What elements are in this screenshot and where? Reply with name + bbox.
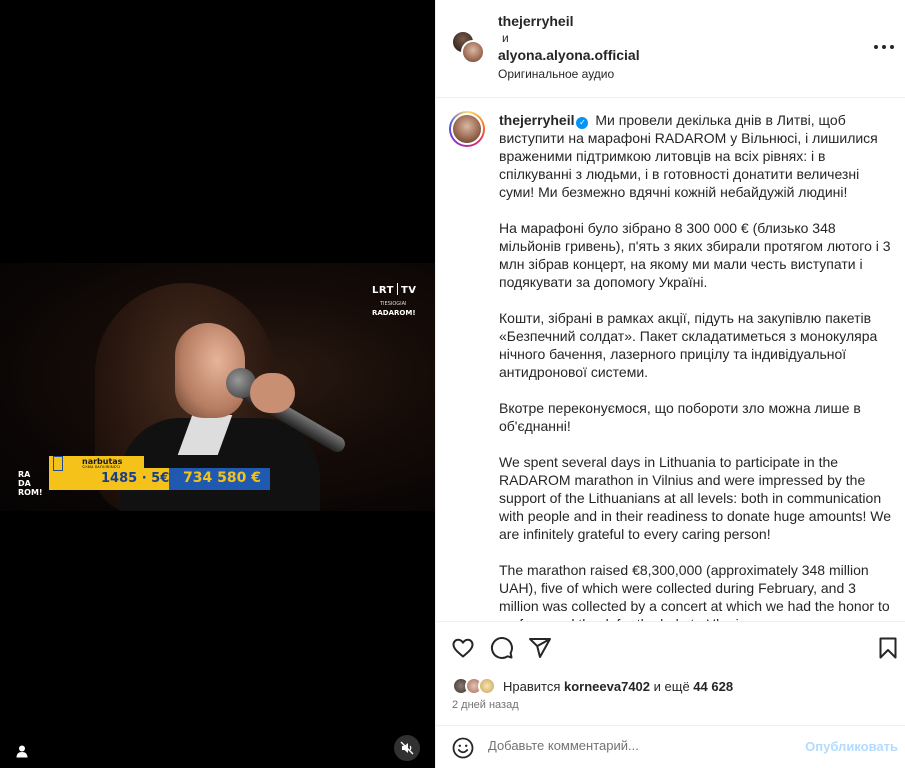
likes-count[interactable]: 44 628 [693, 679, 733, 694]
comment-input[interactable] [488, 738, 788, 753]
share-icon [529, 638, 551, 658]
heart-icon [452, 638, 474, 658]
caption-avatar[interactable] [449, 111, 485, 147]
video-frame[interactable]: LRT TV TIESIOGIAI RADAROM! RA DA ROM! nar… [0, 263, 435, 511]
verified-badge-icon: ✓ [576, 117, 589, 129]
header-conjunction: и [502, 31, 509, 45]
caption-username[interactable]: thejerryheil [499, 112, 574, 128]
ticker-amount-right: 734 580 € [183, 470, 261, 486]
avatar [451, 113, 483, 145]
emoji-button[interactable] [452, 737, 474, 759]
avatar [478, 677, 496, 695]
post-actions [436, 623, 905, 671]
more-horizontal-icon [874, 45, 878, 49]
save-button[interactable] [876, 636, 900, 660]
corner-logo-line: ROM! [18, 488, 43, 497]
more-options-button[interactable] [874, 40, 894, 54]
channel-logo: LRT TV [372, 283, 417, 296]
header-username-1[interactable]: thejerryheil [498, 13, 573, 29]
caption-paragraph: The marathon raised €8,300,000 (approxim… [499, 562, 890, 621]
caption-paragraph: thejerryheil ✓ Ми провели декілька днів в… [499, 111, 891, 201]
bookmark-icon [879, 637, 897, 659]
emoji-icon [452, 737, 474, 759]
speaker-muted-icon [400, 741, 414, 755]
corner-logo: RA DA ROM! [18, 470, 43, 497]
caption-paragraph: We spent several days in Lithuania to pa… [499, 454, 891, 542]
comment-button[interactable] [490, 636, 514, 660]
like-button[interactable] [451, 636, 475, 660]
likes-user[interactable]: korneeva7402 [564, 679, 650, 694]
likes-text: Нравится korneeva7402 и ещё 44 628 [503, 679, 733, 694]
ticker-flag-icon [53, 456, 63, 471]
share-button[interactable] [528, 636, 552, 660]
channel-show: RADAROM! [372, 309, 416, 317]
original-audio-link[interactable]: Оригинальное аудио [498, 67, 614, 81]
donation-ticker: narbutas SUMA PAOVIRINESI 1485 · 5€ 734 … [49, 456, 270, 492]
likes-middle: и ещё [653, 678, 690, 694]
header-username-2[interactable]: alyona.alyona.official [498, 47, 640, 63]
corner-logo-line: RA [18, 470, 31, 479]
publish-button[interactable]: Опубликовать [805, 739, 898, 754]
corner-logo-line: DA [18, 479, 31, 488]
caption-paragraph: Вкотре переконуємося, що побороти зло мо… [499, 400, 861, 434]
avatar[interactable] [461, 40, 485, 64]
person-icon[interactable] [15, 744, 29, 758]
caption-paragraph: На марафоні було зібрано 8 300 000 € (бл… [499, 220, 891, 290]
ticker-amount-left: 1485 · 5€ [101, 471, 170, 486]
channel-sub: TIESIOGIAI [380, 301, 407, 307]
caption-paragraph: Кошти, зібрані в рамках акції, підуть на… [499, 310, 878, 380]
comment-bar: Опубликовать [436, 725, 905, 768]
post-timestamp[interactable]: 2 дней назад [452, 699, 519, 711]
caption-text: thejerryheil ✓ Ми провели декілька днів в… [499, 111, 891, 621]
post-side-panel: thejerryheil и alyona.alyona.official Ор… [435, 0, 905, 768]
mute-button[interactable] [394, 735, 420, 761]
collab-avatars[interactable] [451, 30, 487, 66]
video-player[interactable]: LRT TV TIESIOGIAI RADAROM! RA DA ROM! nar… [0, 0, 435, 768]
likes-summary[interactable]: Нравится korneeva7402 и ещё 44 628 [452, 675, 733, 697]
more-horizontal-icon [882, 45, 886, 49]
post-header: thejerryheil и alyona.alyona.official Ор… [436, 0, 905, 98]
caption-scroll-area[interactable]: thejerryheil ✓ Ми провели декілька днів в… [436, 99, 905, 622]
video-singer-hand [250, 373, 295, 413]
likes-prefix: Нравится [503, 678, 561, 694]
comment-icon [491, 637, 513, 659]
more-horizontal-icon [890, 45, 894, 49]
